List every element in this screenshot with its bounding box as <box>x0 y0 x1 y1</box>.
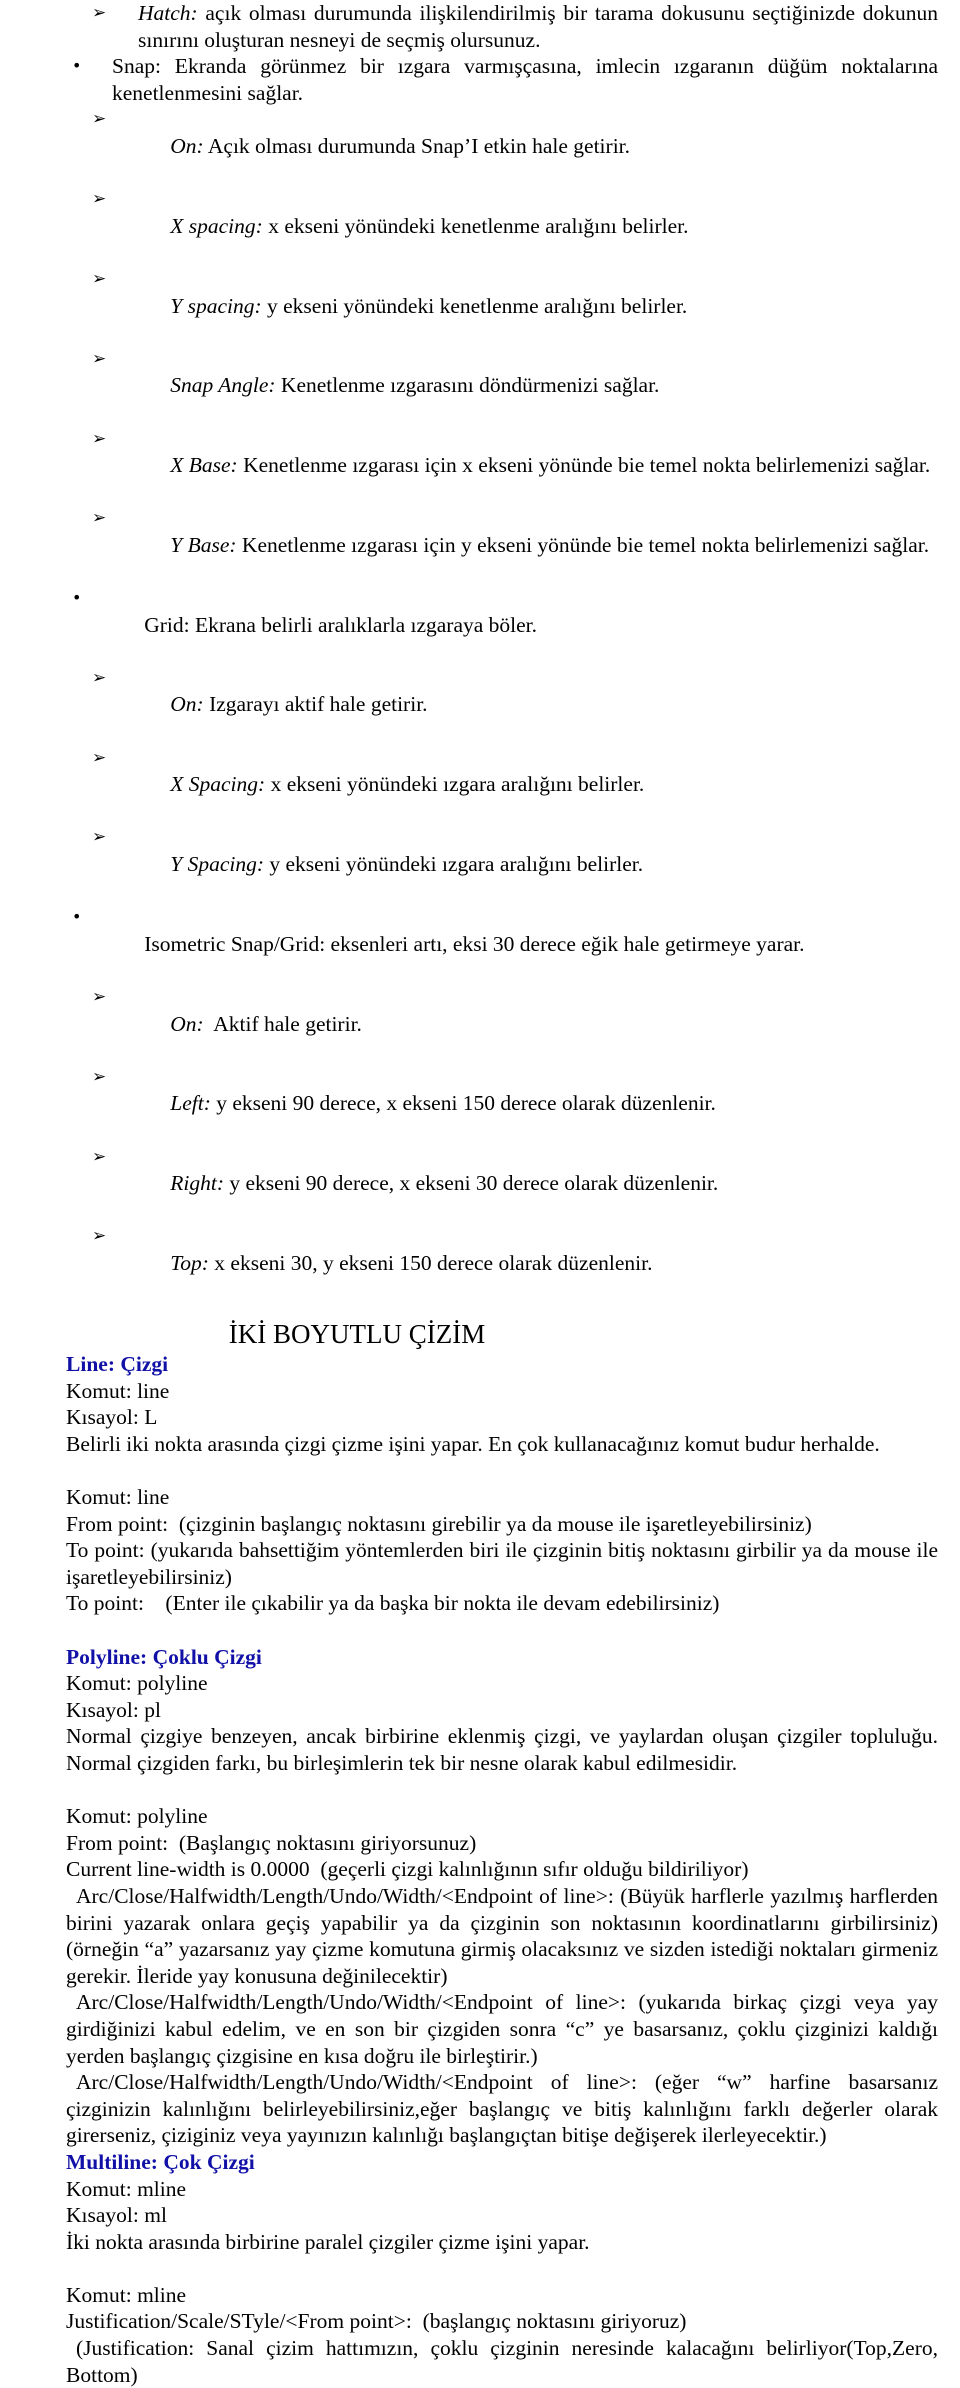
multiline-description: İki nokta arasında birbirine paralel çiz… <box>66 2229 590 2254</box>
list-item: • Snap: Ekranda görünmez bir ızgara varmı… <box>66 53 938 106</box>
list-item-text: Izgarayı aktif hale getirir. <box>203 692 428 717</box>
list-item-term: Left: <box>170 1091 211 1116</box>
list-item: ➢ X Base: Kenetlenme ızgarası için x ekse… <box>66 426 938 506</box>
list-item-text: Aktif hale getirir. <box>203 1011 362 1036</box>
list-item-term: Right: <box>170 1171 224 1196</box>
list-item-text: Kenetlenme ızgarası için y ekseni yönünd… <box>236 532 930 557</box>
list-item: ➢ Y Spacing: y ekseni yönündeki ızgara ar… <box>66 824 938 904</box>
list-item-term: Y Spacing: <box>170 852 265 876</box>
round-bullet-icon: • <box>72 56 82 76</box>
polyline-command-label: Komut: polyline <box>66 1671 208 1696</box>
list-item-text: y ekseni 90 derece, x ekseni 150 derece … <box>210 1091 716 1116</box>
polyline-section-heading: Polyline: Çoklu Çizgi <box>66 1644 262 1669</box>
line-prompt-command: Komut: line <box>66 1485 170 1510</box>
arrow-bullet-icon: ➢ <box>92 268 107 289</box>
line-prompt-from-point: From point: (çizginin başlangıç noktasın… <box>66 1511 812 1536</box>
arrow-bullet-icon: ➢ <box>92 3 107 23</box>
arrow-bullet-icon: ➢ <box>92 348 107 369</box>
list-item-text: Kenetlenme ızgarası için x ekseni yönünd… <box>237 453 931 478</box>
line-description: Belirli iki nokta arasında çizgi çizme i… <box>66 1431 880 1456</box>
multiline-command-label: Komut: mline <box>66 2176 187 2201</box>
list-item-term: On: <box>170 1011 204 1036</box>
arrow-bullet-icon: ➢ <box>92 1066 107 1087</box>
line-section-heading: Line: Çizgi <box>66 1352 169 1377</box>
multiline-prompt-justification: Justification/Scale/STyle/<From point>: … <box>66 2309 687 2334</box>
list-item-text: x ekseni 30, y ekseni 150 derece olarak … <box>208 1250 653 1275</box>
polyline-description: Normal çizgiye benzeyen, ancak birbirine… <box>66 1724 938 1775</box>
list-item: ➢ On: Izgarayı aktif hale getirir. <box>66 665 938 745</box>
list-item: ➢ Y spacing: y ekseni yönündeki kenetlenm… <box>66 266 938 346</box>
line-prompt-to-point-2: To point: (Enter ile çıkabilir ya da baş… <box>66 1591 720 1616</box>
polyline-shortcut-label: Kısayol: pl <box>66 1697 161 1722</box>
list-item: ➢ Top: x ekseni 30, y ekseni 150 derece o… <box>66 1223 938 1303</box>
list-item-term: Snap Angle: <box>170 373 276 398</box>
list-item-term: Top: <box>170 1250 209 1275</box>
round-bullet-icon: • <box>72 907 82 927</box>
arrow-bullet-icon: ➢ <box>92 1226 107 1247</box>
list-item-text: y ekseni yönündeki ızgara aralığını beli… <box>264 852 644 876</box>
list-item-term: X Base: <box>170 453 238 478</box>
arrow-bullet-icon: ➢ <box>92 667 107 688</box>
list-item-text: Grid: Ekrana belirli aralıklarla ızgaray… <box>144 612 538 637</box>
round-bullet-icon: • <box>72 588 82 608</box>
section-title: İKİ BOYUTLU ÇİZİM <box>228 1319 486 1350</box>
list-item: ➢ On: Aktif hale getirir. <box>66 984 938 1064</box>
list-item-term: Y Base: <box>170 532 237 557</box>
list-item: ➢ Left: y ekseni 90 derece, x ekseni 150 … <box>66 1064 938 1144</box>
line-shortcut-label: Kısayol: L <box>66 1405 158 1430</box>
list-item-text: Snap: Ekranda görünmez bir ızgara varmış… <box>112 54 938 105</box>
list-item-text: açık olması durumunda ilişkilendirilmiş … <box>138 1 938 52</box>
list-item-term: Hatch: <box>138 1 198 25</box>
list-item-term: On: <box>170 692 204 717</box>
multiline-prompt-justification-note: (Justification: Sanal çizim hattımızın, … <box>66 2336 938 2387</box>
arrow-bullet-icon: ➢ <box>92 189 107 210</box>
list-item-text: Isometric Snap/Grid: eksenleri artı, eks… <box>144 931 805 956</box>
list-item: • Grid: Ekrana belirli aralıklarla ızgara… <box>66 585 938 665</box>
polyline-prompt-arc-1: Arc/Close/Halfwidth/Length/Undo/Width/<E… <box>66 1883 938 1988</box>
multiline-shortcut-label: Kısayol: ml <box>66 2203 167 2228</box>
list-item: ➢ Y Base: Kenetlenme ızgarası için y ekse… <box>66 505 938 585</box>
list-item: ➢ Snap Angle: Kenetlenme ızgarasını döndü… <box>66 346 938 426</box>
list-item-text: y ekseni 90 derece, x ekseni 30 derece o… <box>224 1171 719 1196</box>
arrow-bullet-icon: ➢ <box>92 986 107 1007</box>
line-command-label: Komut: line <box>66 1378 170 1403</box>
list-item: ➢ Right: y ekseni 90 derece, x ekseni 30 … <box>66 1144 938 1224</box>
list-item-text: x ekseni yönündeki kenetlenme aralığını … <box>262 213 689 238</box>
options-bullet-list: ➢ Hatch: açık olması durumunda ilişkilend… <box>66 0 938 1303</box>
list-item-term: X spacing: <box>170 213 263 238</box>
list-item: ➢ X Spacing: x ekseni yönündeki ızgara ar… <box>66 745 938 825</box>
list-item-text: Kenetlenme ızgarasını döndürmenizi sağla… <box>275 373 660 398</box>
multiline-prompt-command: Komut: mline <box>66 2282 187 2307</box>
arrow-bullet-icon: ➢ <box>92 508 107 529</box>
line-prompt-to-point-1: To point: (yukarıda bahsettiğim yöntemle… <box>66 1538 938 1589</box>
arrow-bullet-icon: ➢ <box>92 747 107 768</box>
polyline-prompt-arc-2: Arc/Close/Halfwidth/Length/Undo/Width/<E… <box>66 1990 938 2068</box>
polyline-prompt-command: Komut: polyline <box>66 1804 208 1829</box>
polyline-prompt-from-point: From point: (Başlangıç noktasını giriyor… <box>66 1830 477 1855</box>
list-item-term: X Spacing: <box>170 772 266 797</box>
list-item-term: Y spacing: <box>170 293 262 318</box>
list-item-text: Açık olması durumunda Snap’I etkin hale … <box>203 133 631 158</box>
list-item-text: x ekseni yönündeki ızgara aralığını beli… <box>265 772 645 797</box>
polyline-prompt-arc-3: Arc/Close/Halfwidth/Length/Undo/Width/<E… <box>66 2070 938 2148</box>
arrow-bullet-icon: ➢ <box>92 109 107 130</box>
polyline-prompt-linewidth: Current line-width is 0.0000 (geçerli çi… <box>66 1857 749 1882</box>
document-page: ➢ Hatch: açık olması durumunda ilişkilend… <box>0 0 960 2387</box>
list-item: • Isometric Snap/Grid: eksenleri artı, ek… <box>66 904 938 984</box>
arrow-bullet-icon: ➢ <box>92 1146 107 1167</box>
list-item-term: On: <box>170 133 204 158</box>
list-item-text: y ekseni yönündeki kenetlenme aralığını … <box>261 293 688 318</box>
multiline-section-heading: Multiline: Çok Çizgi <box>66 2149 255 2174</box>
arrow-bullet-icon: ➢ <box>92 827 107 848</box>
list-item: ➢ On: Açık olması durumunda Snap’I etkin … <box>66 106 938 186</box>
list-item: ➢ X spacing: x ekseni yönündeki kenetlenm… <box>66 186 938 266</box>
list-item: ➢ Hatch: açık olması durumunda ilişkilend… <box>66 0 938 53</box>
arrow-bullet-icon: ➢ <box>92 428 107 449</box>
